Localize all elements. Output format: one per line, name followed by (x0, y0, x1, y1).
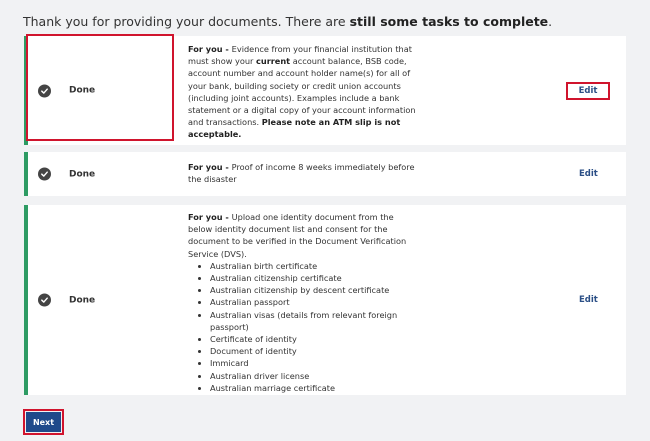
task-card-bank-evidence: Done For you - Evidence from your financ… (24, 34, 626, 145)
task-status: Done (38, 167, 96, 181)
list-item: Australian driver license (210, 370, 420, 382)
edit-link[interactable]: Edit (579, 295, 598, 305)
task-description: For you - Proof of income 8 weeks immedi… (188, 162, 415, 185)
edit-link[interactable]: Edit (579, 169, 598, 179)
check-circle-icon (38, 84, 51, 97)
list-item: Australian visas (details from relevant … (210, 309, 420, 333)
next-button-highlight: Next (23, 409, 64, 435)
task-description: For you - Evidence from your financial i… (188, 44, 416, 140)
task-status: Done (38, 84, 95, 97)
status-label: Done (69, 85, 96, 96)
list-item: Australian citizenship certificate (210, 272, 420, 284)
list-item: Australian citizenship by descent certif… (210, 284, 420, 296)
check-circle-icon (38, 167, 51, 181)
list-item: Australian birth certificate (210, 260, 420, 272)
status-label: Done (69, 295, 96, 305)
identity-document-list: Australian birth certificate Australian … (188, 260, 420, 394)
status-label: Done (69, 169, 96, 179)
list-item: Australian passport (210, 296, 420, 308)
next-button[interactable]: Next (26, 412, 61, 432)
task-status: Done (38, 293, 96, 307)
edit-link[interactable]: Edit (566, 81, 610, 100)
task-card-proof-of-income: Done For you - Proof of income 8 weeks i… (24, 152, 626, 196)
list-item: Australian marriage certificate (210, 382, 420, 394)
list-item: Certificate of identity (210, 333, 420, 345)
task-description: For you - Upload one identity document f… (188, 211, 420, 394)
task-card-identity-document: Done For you - Upload one identity docum… (24, 205, 626, 395)
check-circle-icon (38, 293, 51, 307)
list-item: Document of identity (210, 345, 420, 357)
intro-text: Thank you for providing your documents. … (23, 14, 553, 29)
intro-emphasis: still some tasks to complete (349, 14, 549, 29)
list-item: Immicard (210, 357, 420, 369)
